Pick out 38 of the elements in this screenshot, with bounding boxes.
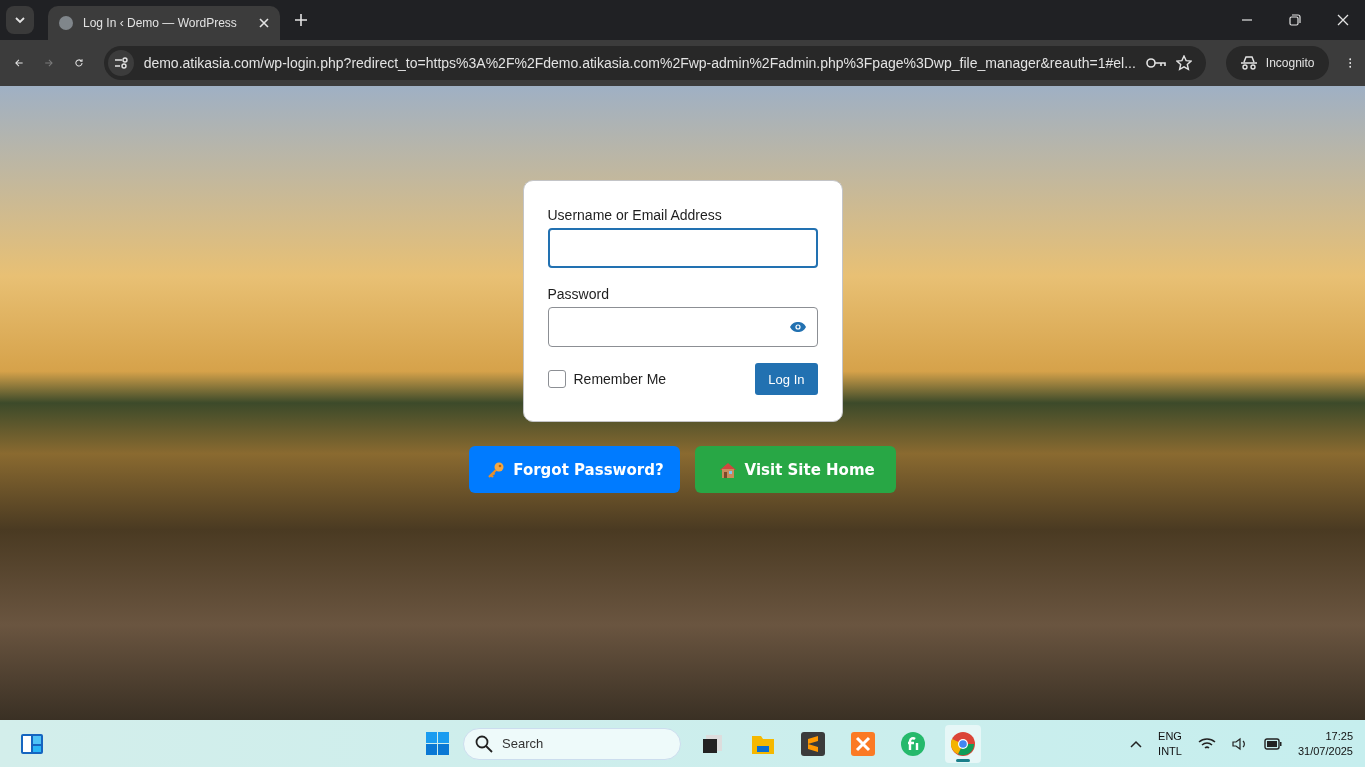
- password-label: Password: [547, 286, 610, 302]
- house-icon: [718, 460, 737, 479]
- more-menu-icon[interactable]: [1348, 55, 1351, 71]
- battery-icon[interactable]: [1263, 737, 1282, 750]
- username-input[interactable]: [547, 228, 818, 268]
- login-button[interactable]: Log In: [755, 363, 818, 395]
- browser-tab[interactable]: Log In ‹ Demo — WordPress: [48, 6, 280, 40]
- url-text: demo.atikasia.com/wp-login.php?redirect_to=https%3A%2F%2Fdemo.atikasia.com%2Fwp-admin%2Fadmin.php%3Fpage%3Dwp_file_manager&reauth=1#el...: [143, 55, 1136, 71]
- remember-checkbox[interactable]: [547, 370, 566, 388]
- password-input[interactable]: [547, 307, 818, 347]
- start-icon[interactable]: [426, 732, 449, 755]
- key-icon[interactable]: [1145, 56, 1166, 70]
- star-icon[interactable]: [1175, 55, 1192, 71]
- taskbar-search-field[interactable]: Search: [463, 727, 681, 760]
- search-icon: [475, 734, 493, 753]
- site-settings-icon[interactable]: [107, 50, 134, 76]
- username-label: Username or Email Address: [547, 207, 723, 223]
- forgot-password-button[interactable]: Forgot Password?: [469, 446, 680, 493]
- remember-label: Remember Me: [573, 371, 668, 387]
- close-window-icon[interactable]: [1337, 14, 1349, 26]
- language-indicator[interactable]: ENG INTL: [1158, 728, 1182, 759]
- close-icon[interactable]: [258, 17, 270, 29]
- chevron-down-icon: [14, 14, 26, 26]
- incognito-icon: [1239, 56, 1258, 70]
- wifi-icon[interactable]: [1197, 736, 1216, 751]
- tab-list-button[interactable]: [6, 6, 34, 34]
- incognito-button[interactable]: Incognito: [1225, 46, 1329, 80]
- speaker-icon[interactable]: [1231, 736, 1248, 751]
- eye-icon[interactable]: [788, 321, 807, 333]
- chevron-up-icon[interactable]: [1130, 739, 1143, 748]
- widgets-icon[interactable]: [20, 732, 44, 755]
- new-tab-icon[interactable]: [294, 13, 308, 27]
- chrome-app-icon[interactable]: [945, 724, 981, 763]
- clock[interactable]: 17:25 31/07/2025: [1297, 728, 1353, 759]
- address-bar[interactable]: demo.atikasia.com/wp-login.php?redirect_to=https%3A%2F%2Fdemo.atikasia.com%2Fwp-admin%2Fadmin.php%3Fpage%3Dwp_file_manager&reauth=1#el...: [103, 46, 1206, 80]
- restore-icon[interactable]: [1289, 14, 1301, 26]
- tab-title: Log In ‹ Demo — WordPress: [83, 16, 238, 30]
- key-icon: [487, 460, 506, 479]
